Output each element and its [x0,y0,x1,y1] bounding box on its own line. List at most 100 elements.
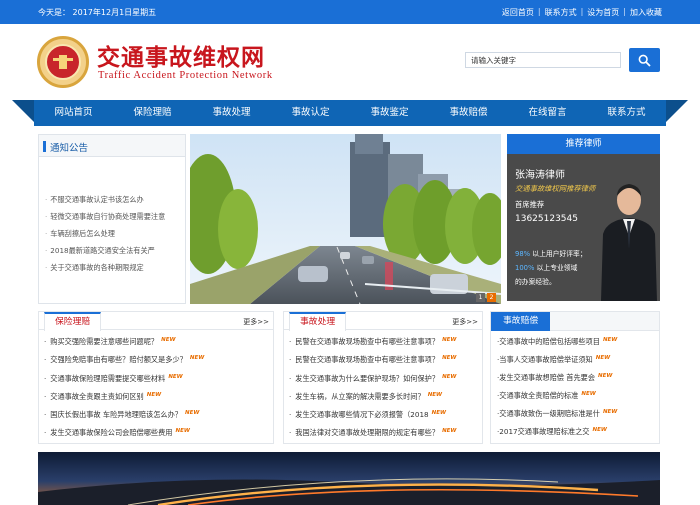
new-badge: NEW [161,337,176,343]
nav-item-message[interactable]: 在线留言 [508,100,587,126]
list-item[interactable]: · 国庆长假出事故 车险异地理赔该怎么办？ NEW [44,410,273,428]
nav-item-handling[interactable]: 事故处理 [192,100,271,126]
bullet: · [289,428,292,438]
link-add-favorite[interactable]: 加入收藏 [630,7,662,18]
more-link[interactable]: 更多>> [243,317,269,327]
list-item[interactable]: · 发生交通事故哪些情况下必须报警（2018 NEW [289,410,482,428]
notice-item[interactable]: 轻微交通事故自行协商处理需要注意 [45,212,165,229]
bullet: · [44,373,47,383]
stat-text: 以上专业领域 [534,264,578,272]
item-text: 交通事故全责跟主责如何区别 [50,391,144,401]
list-item[interactable]: · 发生车祸，从立案的解决需要多长时间？ NEW [289,392,482,410]
list-item[interactable]: · 购买交强险需要注意哪些问题呢？ NEW [44,337,273,355]
main-nav: 网站首页 保险理赔 事故处理 事故认定 事故鉴定 事故赔偿 在线留言 联系方式 [12,100,688,126]
nav-item-appraisal[interactable]: 事故鉴定 [350,100,429,126]
compensation-list: ·交通事故中的赔偿包括哪些项目 NEW ·当事人交通事故赔偿举证须知 NEW ·发生… [491,331,659,445]
list-item[interactable]: · 交通事故全责跟主责如何区别 NEW [44,392,273,410]
banner-image[interactable]: 1 2 [190,134,501,304]
nav-item-home[interactable]: 网站首页 [34,100,113,126]
separator: | [537,7,541,16]
current-date: 今天是： 2017年12月1日星期五 [38,8,157,17]
lawyer-rec: 首席推荐 [515,200,545,209]
search-input[interactable]: 请输入关键字 [465,52,621,68]
notice-item[interactable]: 关于交通事故的各种期限规定 [45,263,165,280]
top-links: 返回首页 | 联系方式 | 设为首页 | 加入收藏 [502,7,662,18]
top-bar: 今天是： 2017年12月1日星期五 返回首页 | 联系方式 | 设为首页 | … [0,0,700,24]
new-badge: NEW [442,428,457,435]
list-item[interactable]: ·发生交通事故想赔偿 首先要会 NEW [497,373,659,391]
separator: | [580,7,584,16]
list-item[interactable]: · 民警在交通事故现场勘查中有哪些注意事项？ NEW [289,337,482,355]
item-text: 民警在交通事故现场勘查中有哪些注意事项？ [295,355,440,365]
bullet: · [289,373,292,383]
link-contact[interactable]: 联系方式 [545,7,577,18]
link-set-homepage[interactable]: 设为首页 [587,7,619,18]
link-home[interactable]: 返回首页 [502,7,534,18]
notice-panel: 通知公告 不服交通事故认定书该怎么办 轻微交通事故自行协商处理需要注意 车辆刮擦… [38,134,186,304]
bullet: · [44,337,47,346]
new-badge: NEW [146,391,162,398]
item-text: 购买交强险需要注意哪些问题呢？ [50,337,159,346]
site-title[interactable]: 交通事故维权网 [97,38,265,72]
separator: | [623,7,626,16]
lawyer-name[interactable]: 张海涛律师 [515,166,565,181]
insurance-list: · 购买交强险需要注意哪些问题呢？ NEW · 交强险免赔事由有哪些？赔付额又是多少？… [39,330,273,447]
list-item[interactable]: · 我国法律对交通事故处理期限的规定有哪些？ NEW [289,428,482,446]
item-text: 交强险免赔事由有哪些？赔付额又是多少？ [50,355,187,365]
night-highway-scene [38,452,660,505]
list-item[interactable]: ·交通事故中的赔偿包括哪些项目 NEW [497,337,659,355]
new-badge: NEW [431,410,447,417]
tab-handling[interactable]: 事故处理 [289,312,347,331]
item-text: 交通事故中的赔偿包括哪些项目 [499,337,600,346]
item-text: 发生交通事故哪些情况下必须报警（2018 [295,410,429,420]
tab-insurance[interactable]: 保险理赔 [44,312,102,331]
new-badge: NEW [168,373,183,380]
banner-pager-2[interactable]: 2 [487,293,496,302]
nav-item-contact[interactable]: 联系方式 [587,100,666,126]
logo-seal-icon[interactable] [37,36,89,88]
nav-item-determination[interactable]: 事故认定 [271,100,350,126]
header-marker [43,141,46,152]
new-badge: NEW [595,355,611,361]
notice-item[interactable]: 车辆刮擦后怎么处理 [45,229,165,246]
list-item[interactable]: ·2017交通事故理赔标准之交 NEW [497,427,659,445]
bullet: · [289,337,292,346]
list-item[interactable]: ·当事人交通事故赔偿举证须知 NEW [497,355,659,373]
more-link[interactable]: 更多>> [452,317,478,327]
tab-compensation[interactable]: 事故赔偿 [491,312,551,331]
new-badge: NEW [442,355,457,362]
notice-item[interactable]: 2018最新道路交通安全法有关严 [45,246,165,263]
nav-item-insurance[interactable]: 保险理赔 [113,100,192,126]
list-item[interactable]: · 交强险免赔事由有哪些？赔付额又是多少？ NEW [44,355,273,373]
item-text: 交通事故保险理赔需要提交哪些材料 [50,373,166,383]
list-item[interactable]: · 发生交通事故为什么要保护现场？如何保护？ NEW [289,374,482,392]
item-text: 发生交通事故想赔偿 首先要会 [499,373,596,382]
lawyer-stat-expertise: 100% 以上专业领域 [515,262,577,272]
lawyer-stat-rating: 98% 以上用户好评率； [515,248,587,258]
list-item[interactable]: · 交通事故保险理赔需要提交哪些材料 NEW [44,374,273,392]
bottom-banner-image[interactable] [38,452,660,505]
item-text: 当事人交通事故赔偿举证须知 [499,355,593,364]
insurance-panel: 保险理赔 更多>> · 购买交强险需要注意哪些问题呢？ NEW · 交强险免赔事由有哪… [38,311,274,444]
new-badge: NEW [442,337,457,343]
search-button[interactable] [629,48,660,72]
list-item[interactable]: ·交通事故全责赔偿的标准 NEW [497,391,659,409]
list-item[interactable]: ·交通事故致伤一级期赔标准是什 NEW [497,409,659,427]
lawyer-header: 推荐律师 [507,134,660,154]
notice-header: 通知公告 [39,135,185,157]
banner-pager-1[interactable]: 1 [476,293,485,302]
notice-title: 通知公告 [50,143,89,154]
compensation-header: 事故赔偿 [491,312,659,331]
lawyer-title: 交通事故维权网推荐律师 [515,184,596,193]
list-item[interactable]: · 发生交通事故保险公司会赔偿哪些费用 NEW [44,428,273,446]
lawyer-photo[interactable] [597,174,660,301]
nav-item-compensation[interactable]: 事故赔偿 [429,100,508,126]
seal-inner [45,44,81,80]
new-badge: NEW [592,427,607,433]
list-item[interactable]: · 民警在交通事故现场勘查中有哪些注意事项？ NEW [289,355,482,373]
new-badge: NEW [442,373,457,380]
notice-item[interactable]: 不服交通事故认定书该怎么办 [45,195,165,212]
bullet: · [289,355,292,365]
item-text: 发生交通事故为什么要保护现场？如何保护？ [295,373,440,383]
handling-header: 事故处理 更多>> [284,312,482,331]
